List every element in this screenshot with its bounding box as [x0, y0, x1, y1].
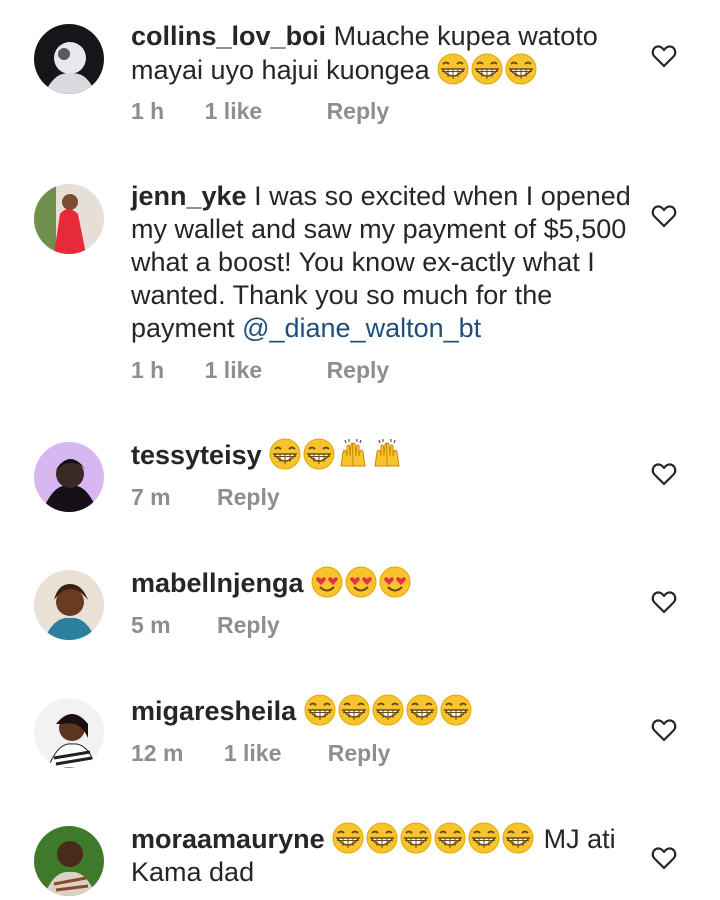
comment-username[interactable]: moraamauryne	[131, 824, 325, 854]
comment-text-block: collins_lov_boi Muache kupea watoto maya…	[131, 20, 631, 87]
avatar[interactable]	[34, 24, 104, 94]
comment-username[interactable]: tessyteisy	[131, 440, 262, 470]
like-heart-icon[interactable]	[651, 590, 677, 614]
like-heart-icon[interactable]	[651, 718, 677, 742]
comment-meta: 12 m 1 like Reply	[131, 740, 390, 767]
comment-time: 5 m	[131, 612, 171, 638]
grin-emoji-icon	[269, 438, 301, 470]
reply-button[interactable]: Reply	[327, 357, 390, 384]
grin-emoji-icon	[471, 53, 503, 85]
raised-hands-emoji-icon	[337, 438, 369, 470]
grin-emoji-icon	[338, 694, 370, 726]
comment-text-block: tessyteisy	[131, 438, 631, 472]
comment-text-block: mabellnjenga	[131, 566, 631, 600]
comment-time: 7 m	[131, 484, 171, 510]
like-heart-icon[interactable]	[651, 204, 677, 228]
comment-likes[interactable]: 1 like	[224, 740, 282, 767]
raised-hands-emoji-icon	[371, 438, 403, 470]
comment-time: 1 h	[131, 98, 165, 124]
comment-time: 1 h	[131, 357, 165, 383]
reply-button[interactable]: Reply	[217, 612, 280, 639]
comment-username[interactable]: migaresheila	[131, 696, 296, 726]
comment-meta: 7 m Reply	[131, 484, 280, 511]
grin-emoji-icon	[366, 822, 398, 854]
like-heart-icon[interactable]	[651, 846, 677, 870]
avatar[interactable]	[34, 442, 104, 512]
grin-emoji-icon	[468, 822, 500, 854]
comment-text-block: migaresheila	[131, 694, 631, 728]
comment-likes[interactable]: 1 like	[205, 357, 263, 384]
reply-button[interactable]: Reply	[217, 484, 280, 511]
grin-emoji-icon	[505, 53, 537, 85]
comment-meta: 5 m Reply	[131, 612, 280, 639]
grin-emoji-icon	[502, 822, 534, 854]
grin-emoji-icon	[400, 822, 432, 854]
grin-emoji-icon	[434, 822, 466, 854]
comment-text-block: jenn_yke I was so excited when I opened …	[131, 180, 636, 345]
grin-emoji-icon	[372, 694, 404, 726]
mention-link[interactable]: @_diane_walton_bt	[242, 313, 481, 343]
avatar[interactable]	[34, 570, 104, 640]
comment-time: 12 m	[131, 740, 184, 766]
comment-username[interactable]: mabellnjenga	[131, 568, 304, 598]
heart-eyes-emoji-icon	[379, 566, 411, 598]
avatar[interactable]	[34, 184, 104, 254]
comment-username[interactable]: jenn_yke	[131, 181, 247, 211]
like-heart-icon[interactable]	[651, 462, 677, 486]
grin-emoji-icon	[304, 694, 336, 726]
grin-emoji-icon	[437, 53, 469, 85]
comment-text-block: moraamauryne MJ ati Kama dad	[131, 822, 631, 889]
reply-button[interactable]: Reply	[327, 98, 390, 125]
comment-meta: 1 h 1 like Reply	[131, 357, 389, 384]
grin-emoji-icon	[332, 822, 364, 854]
like-heart-icon[interactable]	[651, 44, 677, 68]
grin-emoji-icon	[303, 438, 335, 470]
comment-meta: 1 h 1 like Reply	[131, 98, 389, 125]
avatar[interactable]	[34, 698, 104, 768]
comment-username[interactable]: collins_lov_boi	[131, 21, 326, 51]
comment-likes[interactable]: 1 like	[205, 98, 263, 125]
reply-button[interactable]: Reply	[328, 740, 391, 767]
heart-eyes-emoji-icon	[345, 566, 377, 598]
grin-emoji-icon	[440, 694, 472, 726]
heart-eyes-emoji-icon	[311, 566, 343, 598]
avatar[interactable]	[34, 826, 104, 896]
grin-emoji-icon	[406, 694, 438, 726]
